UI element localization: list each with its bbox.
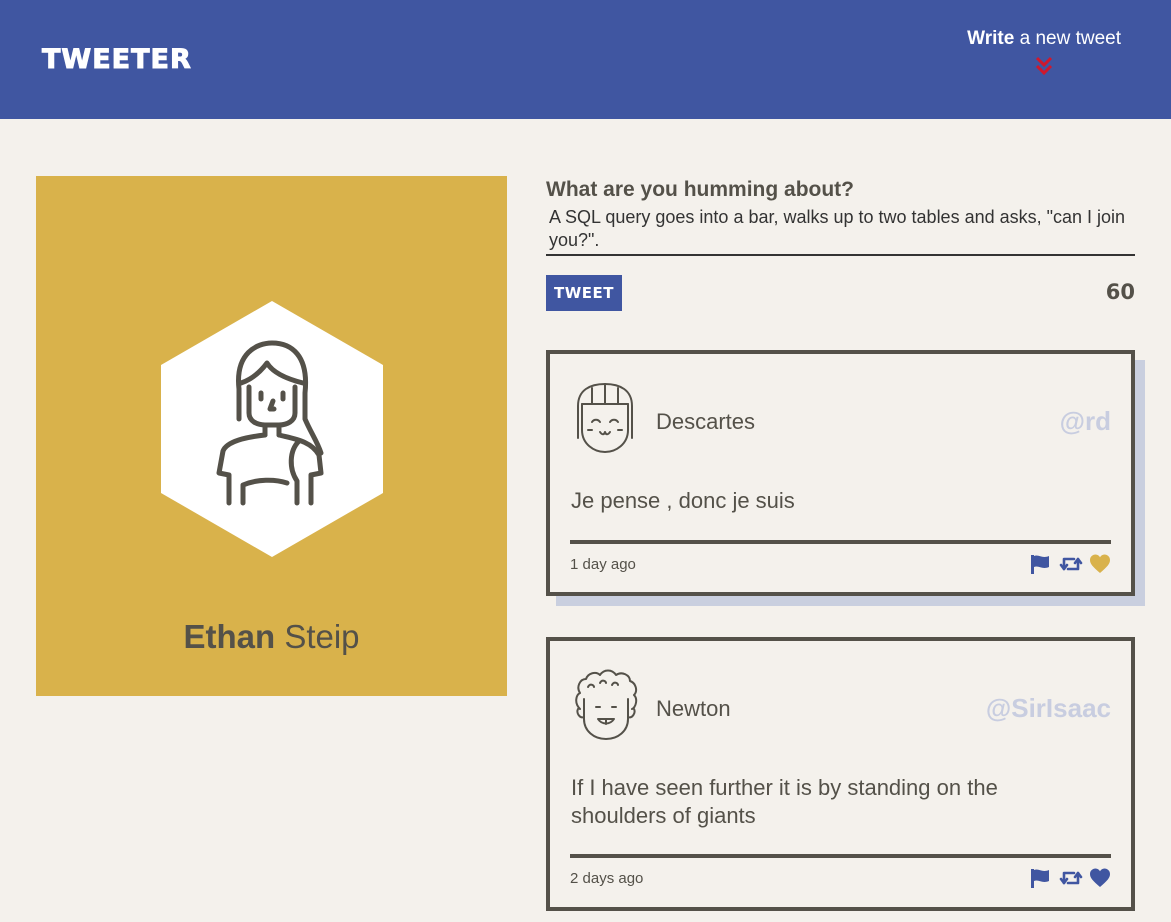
user-avatar-icon: [575, 669, 638, 740]
write-tweet-toggle[interactable]: Write a new tweet: [967, 28, 1121, 76]
tweet-footer: 2 days ago: [570, 854, 1111, 888]
retweet-icon[interactable]: [1059, 867, 1083, 889]
tweet-author-name: Newton: [656, 696, 731, 721]
flag-icon[interactable]: [1029, 553, 1051, 575]
tweet-actions: [1029, 553, 1111, 575]
tweet-body: Je pense , donc je suis: [571, 488, 795, 513]
compose-actions: TWEET 60: [546, 275, 1135, 319]
profile-last-name: Steip: [284, 618, 360, 655]
retweet-icon[interactable]: [1059, 553, 1083, 575]
tweet-timestamp: 2 days ago: [570, 870, 644, 887]
compose-form: What are you humming about? A SQL query …: [546, 176, 1135, 319]
profile-card: Ethan Steip: [36, 176, 507, 696]
tweet-author-handle[interactable]: @SirIsaac: [986, 693, 1111, 724]
profile-first-name: Ethan: [183, 618, 276, 655]
user-avatar-icon: [161, 301, 383, 557]
compose-label: What are you humming about?: [546, 178, 854, 201]
tweet-footer: 1 day ago: [570, 540, 1111, 574]
tweet-card: Newton @SirIsaac If I have seen further …: [546, 637, 1135, 911]
tweet-timestamp: 1 day ago: [570, 556, 636, 573]
brand-logo[interactable]: TWEETER: [42, 44, 192, 76]
heart-icon[interactable]: [1089, 867, 1111, 889]
tweet-author-handle[interactable]: @rd: [1060, 406, 1111, 437]
top-nav: TWEETER Write a new tweet: [0, 0, 1171, 119]
char-counter: 60: [1105, 280, 1135, 304]
tweet-textarea[interactable]: A SQL query goes into a bar, walks up to…: [546, 206, 1135, 256]
tweet-card: Descartes @rd Je pense , donc je suis 1 …: [546, 350, 1135, 596]
heart-icon[interactable]: [1089, 553, 1111, 575]
double-chevron-down-icon[interactable]: [1035, 56, 1053, 76]
tweet-actions: [1029, 867, 1111, 889]
flag-icon[interactable]: [1029, 867, 1051, 889]
tweet-button[interactable]: TWEET: [546, 275, 622, 311]
user-avatar-icon: [577, 383, 633, 453]
tweet-author-name: Descartes: [656, 409, 756, 434]
tweet-body: If I have seen further it is by standing…: [571, 775, 998, 828]
write-tweet-label: Write a new tweet: [967, 28, 1121, 49]
profile-name: Ethan Steip: [36, 618, 507, 656]
